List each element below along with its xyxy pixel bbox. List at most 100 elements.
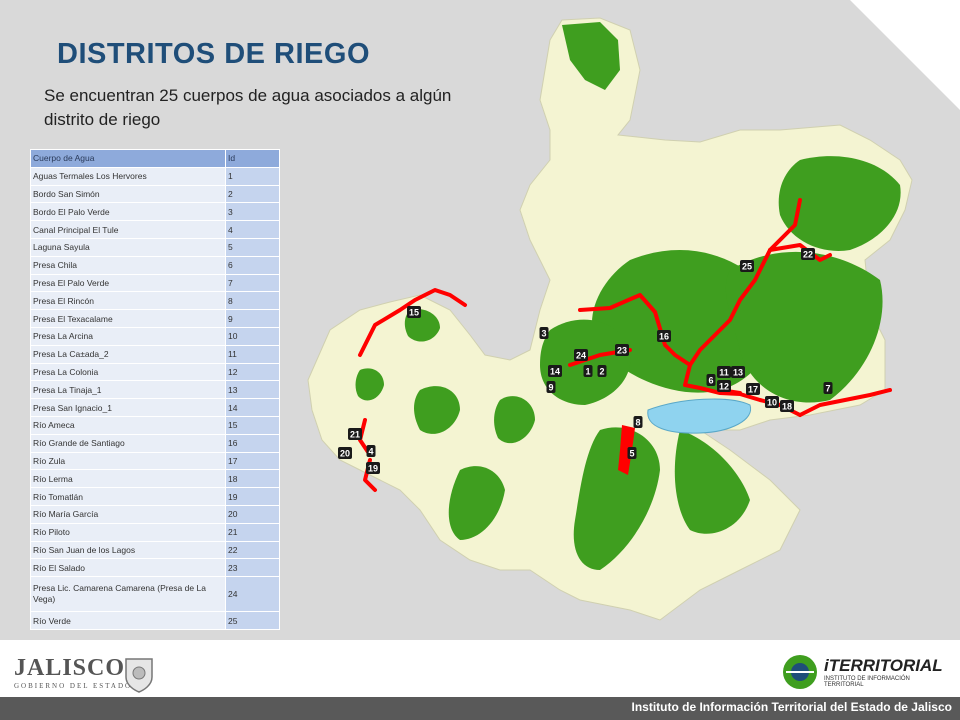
table-row: Presa La Tinaja_1 13 xyxy=(30,380,280,400)
row-id: 25 xyxy=(225,611,280,630)
id-marker: 24 xyxy=(574,349,588,361)
row-name: Presa La Ca±ada_2 xyxy=(30,344,226,364)
id-marker-label: 6 xyxy=(708,376,713,386)
jalisco-logo-name: JALISCO xyxy=(14,655,126,681)
row-name: Presa La Arcina xyxy=(30,326,226,346)
id-marker-label: 20 xyxy=(340,449,350,459)
footer-institute: Instituto de Información Territorial del… xyxy=(631,700,952,714)
row-name: Presa San Ignacio_1 xyxy=(30,398,226,417)
row-name: Aguas Termales Los Hervores xyxy=(30,166,226,186)
id-marker: 13 xyxy=(731,366,745,378)
row-id: 1 xyxy=(225,166,280,186)
table-row: Río Zula 17 xyxy=(30,451,280,471)
row-name: Presa La Colonia xyxy=(30,362,226,382)
table-row: Río Piloto 21 xyxy=(30,522,280,542)
id-marker-label: 11 xyxy=(719,368,729,378)
table-row: Presa El Rincón 8 xyxy=(30,291,280,311)
id-marker-label: 10 xyxy=(767,398,777,408)
id-marker: 6 xyxy=(706,374,716,386)
iterritorial-badge-icon xyxy=(783,655,817,689)
table-row: Presa El Texacalame 9 xyxy=(30,309,280,328)
iterritorial-logo: iTERRITORIAL INSTITUTO DE INFORMACIÓN TE… xyxy=(780,650,950,694)
table-row: Presa Lic. Camarena Camarena (Presa de L… xyxy=(30,576,280,613)
row-id: 24 xyxy=(225,576,280,613)
table-row: Río Lerma 18 xyxy=(30,469,280,489)
id-marker: 21 xyxy=(348,428,362,440)
row-name: Río Tomatlán xyxy=(30,487,226,506)
row-id: 11 xyxy=(225,344,280,364)
row-id: 17 xyxy=(225,451,280,471)
id-marker: 9 xyxy=(546,381,556,393)
table-row: Río El Salado 23 xyxy=(30,558,280,578)
table-row: Laguna Sayula 5 xyxy=(30,237,280,257)
id-marker-label: 21 xyxy=(350,430,360,440)
row-id: 16 xyxy=(225,433,280,453)
row-id: 18 xyxy=(225,469,280,489)
table-row: Bordo San Simón 2 xyxy=(30,184,280,204)
id-marker-label: 4 xyxy=(368,447,373,457)
id-marker: 14 xyxy=(548,365,562,377)
id-marker-label: 1 xyxy=(585,367,590,377)
row-id: 4 xyxy=(225,220,280,239)
row-name: Presa El Rincón xyxy=(30,291,226,311)
id-marker-label: 2 xyxy=(599,367,604,377)
id-marker: 20 xyxy=(338,447,352,459)
table-row: Presa La Colonia 12 xyxy=(30,362,280,382)
table-row: Río San Juan de los Lagos 22 xyxy=(30,540,280,560)
row-id: 12 xyxy=(225,362,280,382)
id-marker: 15 xyxy=(407,306,421,318)
id-marker-label: 16 xyxy=(659,332,669,342)
id-marker-label: 13 xyxy=(733,368,743,378)
table-row: Presa El Palo Verde 7 xyxy=(30,273,280,293)
id-marker: 2 xyxy=(597,365,607,377)
row-name: Presa El Texacalame xyxy=(30,309,226,328)
id-marker: 18 xyxy=(780,400,794,412)
jalisco-logo: JALISCO GOBIERNO DEL ESTADO xyxy=(14,655,132,690)
row-id: 5 xyxy=(225,237,280,257)
id-marker: 3 xyxy=(539,327,549,339)
iterritorial-sub: INSTITUTO DE INFORMACIÓN TERRITORIAL xyxy=(824,676,910,688)
id-marker-label: 22 xyxy=(803,250,813,260)
table-row: Presa La Ca±ada_2 11 xyxy=(30,344,280,364)
water-bodies-table: Cuerpo de Agua Id Aguas Termales Los Her… xyxy=(30,149,280,630)
id-marker-label: 18 xyxy=(782,402,792,412)
row-name: Río Zula xyxy=(30,451,226,471)
table-row: Aguas Termales Los Hervores 1 xyxy=(30,166,280,186)
id-marker-label: 25 xyxy=(742,262,752,272)
id-marker-label: 9 xyxy=(548,383,553,393)
id-marker: 25 xyxy=(740,260,754,272)
table-row: Presa La Arcina 10 xyxy=(30,326,280,346)
row-id: 14 xyxy=(225,398,280,417)
row-name: Presa Lic. Camarena Camarena (Presa de L… xyxy=(30,576,226,613)
id-marker: 11 xyxy=(717,366,731,378)
table-row: Bordo El Palo Verde 3 xyxy=(30,202,280,222)
table-body: Aguas Termales Los Hervores 1 Bordo San Si… xyxy=(30,166,280,630)
table-row: Presa San Ignacio_1 14 xyxy=(30,398,280,417)
jalisco-shield-icon xyxy=(125,658,153,693)
row-id: 2 xyxy=(225,184,280,204)
id-marker: 16 xyxy=(657,330,671,342)
row-name: Bordo El Palo Verde xyxy=(30,202,226,222)
row-id: 13 xyxy=(225,380,280,400)
row-name: Canal Principal El Tule xyxy=(30,220,226,239)
jalisco-map: 1 234 567891011121314151617181920212223242… xyxy=(307,17,913,621)
table-row: Río Tomatlán 19 xyxy=(30,487,280,506)
id-marker: 4 xyxy=(366,445,376,457)
row-id: 21 xyxy=(225,522,280,542)
id-marker-label: 8 xyxy=(635,418,640,428)
id-marker: 22 xyxy=(801,248,815,260)
iterritorial-name: iTERRITORIAL xyxy=(824,656,943,675)
row-name: Río Ameca xyxy=(30,415,226,435)
id-marker-label: 15 xyxy=(409,308,419,318)
id-marker-label: 23 xyxy=(617,346,627,356)
row-id: 15 xyxy=(225,415,280,435)
row-name: Laguna Sayula xyxy=(30,237,226,257)
table-header-row: Cuerpo de Agua Id xyxy=(30,149,280,168)
id-marker: 8 xyxy=(633,416,643,428)
table-row: Río Grande de Santiago 16 xyxy=(30,433,280,453)
table-header-id: Id xyxy=(225,149,280,168)
id-marker-label: 7 xyxy=(825,384,830,394)
id-marker-label: 5 xyxy=(629,449,634,459)
id-marker-label: 17 xyxy=(748,385,758,395)
row-name: Bordo San Simón xyxy=(30,184,226,204)
